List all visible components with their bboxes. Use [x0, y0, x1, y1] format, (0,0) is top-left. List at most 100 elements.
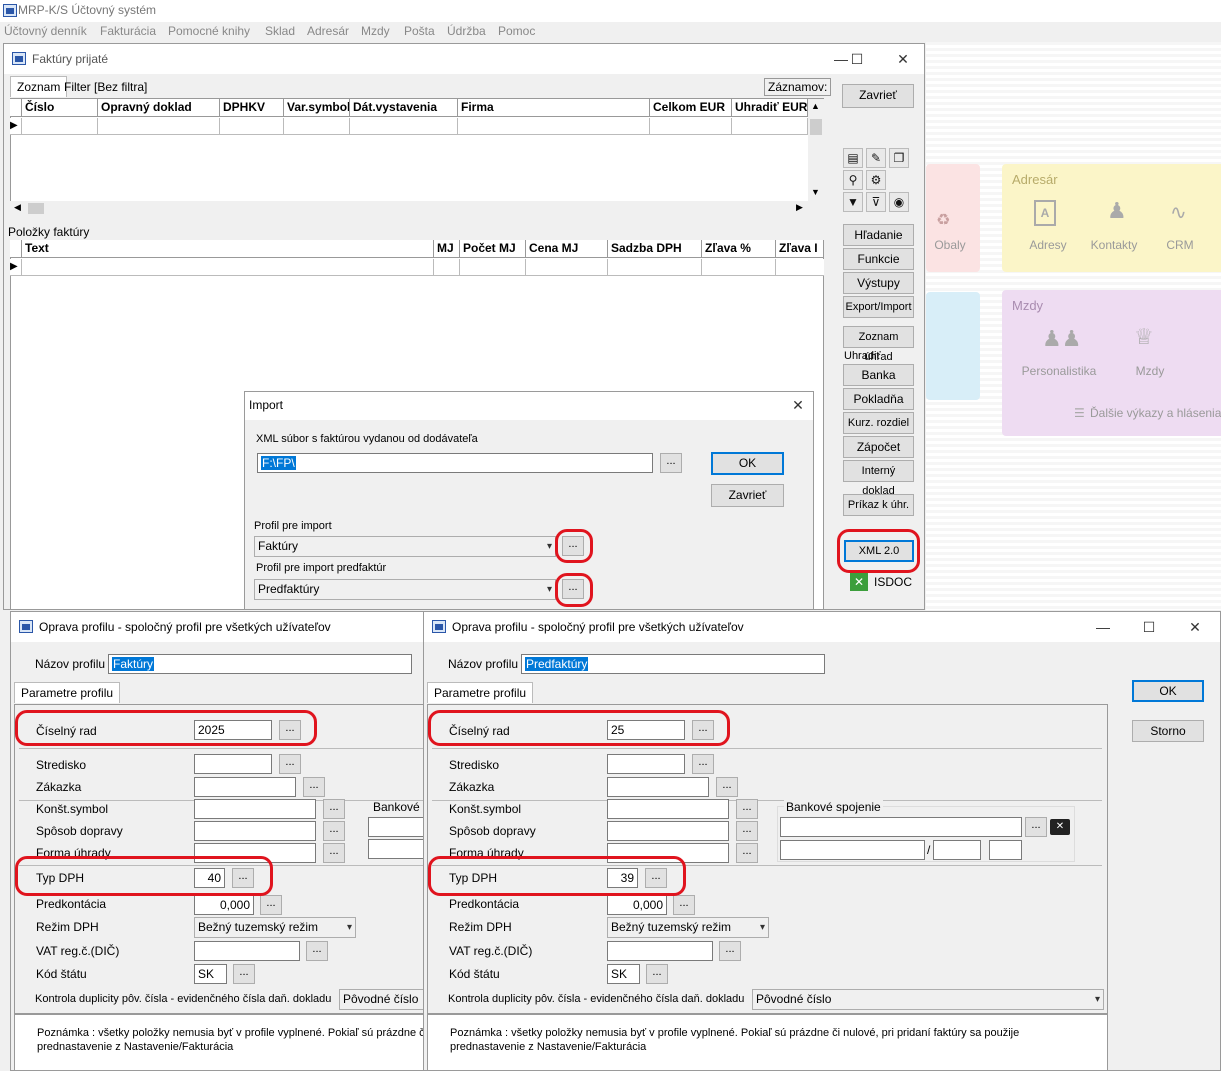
- menu-fakturacia[interactable]: Fakturácia: [100, 24, 156, 38]
- vat-button[interactable]: ...: [719, 941, 741, 961]
- kontrola-select[interactable]: Pôvodné číslo: [339, 989, 423, 1010]
- col-opravny[interactable]: Opravný doklad: [98, 99, 220, 117]
- scroll-right-icon[interactable]: ▶: [796, 202, 803, 213]
- maximize-icon[interactable]: ☐: [842, 48, 872, 70]
- menu-pomocne-knihy[interactable]: Pomocné knihy: [168, 24, 250, 38]
- gear-icon[interactable]: ⚙: [866, 170, 886, 190]
- scroll-thumb[interactable]: [810, 119, 822, 135]
- zoznam-uhrad-button[interactable]: Zoznam úhrad: [843, 326, 914, 363]
- tile-adresar[interactable]: Adresár A ♟ ∿ Adresy Kontakty CRM: [1002, 164, 1221, 272]
- import-ok-button[interactable]: OK: [711, 452, 784, 475]
- items-row[interactable]: ▶: [10, 259, 824, 276]
- menu-sklad[interactable]: Sklad: [265, 24, 295, 38]
- tile-mzdy-mzdy[interactable]: Mzdy: [1120, 364, 1180, 378]
- tile-mzdy-personalistika[interactable]: Personalistika: [1014, 364, 1104, 378]
- bank-account-input[interactable]: [780, 817, 1022, 837]
- tile-adresar-kontakty[interactable]: Kontakty: [1084, 238, 1144, 252]
- col-dphkv[interactable]: DPHKV: [220, 99, 284, 117]
- kod-statu-input[interactable]: SK: [607, 964, 640, 984]
- zakazka-input[interactable]: [607, 777, 709, 797]
- col-varsymbol[interactable]: Var.symbol: [284, 99, 350, 117]
- sposob-dopravy-input[interactable]: [607, 821, 729, 841]
- hladanie-button[interactable]: Hľadanie: [843, 224, 914, 246]
- konst-symbol-button[interactable]: ...: [323, 799, 345, 819]
- bank-iban-input[interactable]: [780, 840, 925, 860]
- col-uhradit[interactable]: Uhradiť EUR: [732, 99, 808, 117]
- new-document-icon[interactable]: ▤: [843, 148, 863, 168]
- konst-symbol-button[interactable]: ...: [736, 799, 758, 819]
- interny-doklad-button[interactable]: Interný doklad: [843, 460, 914, 497]
- zakazka-button[interactable]: ...: [716, 777, 738, 797]
- funkcie-button[interactable]: Funkcie: [843, 248, 914, 270]
- col-firma[interactable]: Firma: [458, 99, 650, 117]
- bank-browse-button[interactable]: ...: [1025, 817, 1047, 837]
- sposob-dopravy-button[interactable]: ...: [736, 821, 758, 841]
- import-file-input[interactable]: F:\FP\: [257, 453, 653, 473]
- tile-blue[interactable]: [926, 292, 980, 400]
- col-zlava[interactable]: Zľava %: [702, 240, 776, 258]
- menu-udrzba[interactable]: Údržba: [447, 24, 486, 38]
- bankove-input2[interactable]: [368, 839, 423, 859]
- kontrola-select[interactable]: Pôvodné číslo ▾: [752, 989, 1104, 1010]
- close-icon[interactable]: ✕: [888, 48, 918, 70]
- horizontal-scrollbar[interactable]: ◀ ▶: [10, 201, 824, 216]
- copy-document-icon[interactable]: ❐: [889, 148, 909, 168]
- kurz-rozdiel-button[interactable]: Kurz. rozdiel: [843, 412, 914, 434]
- scroll-up-icon[interactable]: ▲: [811, 101, 820, 111]
- close-window-button[interactable]: Zavrieť: [842, 84, 914, 108]
- menu-mzdy[interactable]: Mzdy: [361, 24, 390, 38]
- stredisko-button[interactable]: ...: [692, 754, 714, 774]
- predkontacia-input[interactable]: 0,000: [607, 895, 667, 915]
- edit-document-icon[interactable]: ✎: [866, 148, 886, 168]
- bank-spec-input[interactable]: [989, 840, 1022, 860]
- sposob-dopravy-input[interactable]: [194, 821, 316, 841]
- minimize-icon[interactable]: —: [1088, 616, 1118, 638]
- vat-input[interactable]: [607, 941, 713, 961]
- col-text[interactable]: Text: [22, 240, 434, 258]
- menu-uctovny-dennik[interactable]: Účtovný denník: [4, 24, 87, 38]
- stredisko-input[interactable]: [194, 754, 272, 774]
- forma-uhrady-button[interactable]: ...: [323, 843, 345, 863]
- kod-statu-button[interactable]: ...: [233, 964, 255, 984]
- import-close-button[interactable]: Zavrieť: [711, 484, 784, 507]
- predkontacia-button[interactable]: ...: [673, 895, 695, 915]
- kod-statu-input[interactable]: SK: [194, 964, 227, 984]
- hscroll-thumb[interactable]: [28, 203, 44, 214]
- tile-mzdy[interactable]: Mzdy ♟♟ ♕ Personalistika Mzdy ☰ Ďalšie v…: [1002, 290, 1221, 436]
- profile-select[interactable]: Faktúry ▾: [254, 536, 556, 557]
- tile-adresar-crm[interactable]: CRM: [1150, 238, 1210, 252]
- table-row[interactable]: ▶: [10, 118, 808, 135]
- konst-symbol-input[interactable]: [194, 799, 316, 819]
- tab-parametre[interactable]: Parametre profilu: [14, 682, 121, 703]
- scroll-down-icon[interactable]: ▼: [811, 187, 820, 197]
- bankove-input[interactable]: [368, 817, 423, 837]
- vat-button[interactable]: ...: [306, 941, 328, 961]
- profile-name-input[interactable]: Faktúry: [108, 654, 412, 674]
- export-import-button[interactable]: Export/Import: [843, 296, 914, 318]
- isdoc-button[interactable]: ISDOC: [874, 575, 912, 589]
- sposob-dopravy-button[interactable]: ...: [323, 821, 345, 841]
- tile-adresar-adresy[interactable]: Adresy: [1018, 238, 1078, 252]
- backspace-icon[interactable]: ✕: [1050, 819, 1070, 835]
- filter-icon[interactable]: ▼: [843, 192, 863, 212]
- clear-filter-icon[interactable]: ⊽: [866, 192, 886, 212]
- scroll-left-icon[interactable]: ◀: [14, 202, 21, 213]
- menu-pomoc[interactable]: Pomoc: [498, 24, 535, 38]
- profile-name-input[interactable]: Predfaktúry: [521, 654, 825, 674]
- predkontacia-button[interactable]: ...: [260, 895, 282, 915]
- konst-symbol-input[interactable]: [607, 799, 729, 819]
- tab-zoznam[interactable]: Zoznam: [10, 76, 68, 97]
- rezim-select[interactable]: Bežný tuzemský režim ▾: [194, 917, 356, 938]
- banka-button[interactable]: Banka: [843, 364, 914, 386]
- storno-button[interactable]: Storno: [1132, 720, 1204, 742]
- col-sadzba[interactable]: Sadzba DPH: [608, 240, 702, 258]
- tile-mzdy-footer[interactable]: Ďalšie výkazy a hlásenia: [1090, 406, 1221, 420]
- maximize-icon[interactable]: ☐: [1134, 616, 1164, 638]
- col-datum[interactable]: Dát.vystavenia: [350, 99, 458, 117]
- tile-obaly[interactable]: Obaly ♻: [926, 164, 980, 272]
- menu-posta[interactable]: Pošta: [404, 24, 435, 38]
- search-icon[interactable]: ⚲: [843, 170, 863, 190]
- vystupy-button[interactable]: Výstupy: [843, 272, 914, 294]
- prikaz-button[interactable]: Príkaz k úhr.: [843, 494, 914, 516]
- col-cislo[interactable]: Číslo: [22, 99, 98, 117]
